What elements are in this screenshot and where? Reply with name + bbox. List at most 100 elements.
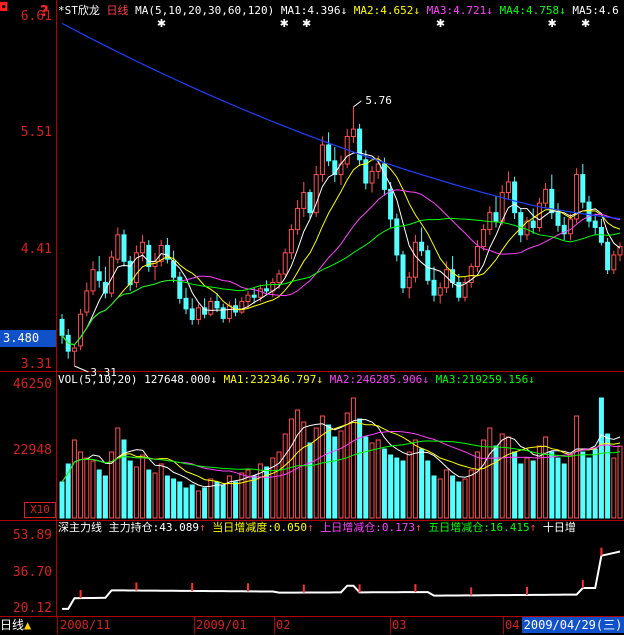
candle-body [264, 288, 270, 292]
period-tab[interactable]: 日线▲ [0, 616, 56, 634]
volume-bar [419, 448, 425, 519]
candle-body [288, 229, 294, 254]
volume-bar [388, 454, 394, 519]
volume-bar [512, 451, 518, 519]
signal-star-icon: ✱ [581, 17, 590, 30]
volume-bar [474, 451, 480, 519]
current-date-box: 2009/04/29(三) [522, 617, 624, 633]
date-label: 2009/01 [196, 618, 247, 632]
low-marker-line [74, 365, 89, 373]
signal-star-icon: ✱ [157, 17, 166, 30]
date-label: 02 [276, 618, 291, 632]
volume-bar [481, 439, 487, 519]
candle-body [257, 288, 263, 298]
volume-bar [202, 487, 208, 519]
high-marker-label: 5.76 [365, 94, 392, 107]
volume-bar [450, 475, 456, 519]
date-label: 03 [392, 618, 407, 632]
candle-body [605, 241, 611, 271]
candle-body [239, 300, 245, 313]
volume-bar [84, 457, 90, 519]
volume-bar [301, 421, 307, 519]
volume-bar [499, 433, 505, 519]
volume-bar [437, 478, 443, 519]
candle-body [350, 128, 356, 138]
volume-bar [493, 445, 499, 519]
candle-body [394, 218, 400, 256]
candle-body [326, 144, 332, 162]
candle-body [177, 276, 183, 299]
volume-bar [598, 397, 604, 519]
volume-bar [220, 484, 226, 519]
date-divider [274, 616, 275, 634]
candle-body [226, 305, 232, 319]
candle-body [59, 318, 65, 336]
candle-body [96, 271, 102, 281]
candle-body [140, 241, 146, 254]
stock-chart-window: ◘ ? 6.61 5.51 4.41 3.31 3.480 46250 2294… [0, 0, 624, 635]
volume-bar [357, 418, 363, 519]
volume-bar [344, 412, 350, 519]
signal-star-icon: ✱ [436, 17, 445, 30]
volume-bar [468, 469, 474, 519]
chart-canvas[interactable]: 5.76 3.31 ✱ ✱ ✱ ✱ ✱ ✱ [0, 0, 624, 634]
volume-bar [592, 448, 598, 519]
triangle-up-icon: ▲ [24, 618, 32, 632]
date-divider [390, 616, 391, 634]
volume-bar [171, 478, 177, 519]
volume-bar [586, 457, 592, 519]
volume-bar [338, 430, 344, 519]
volume-bar [307, 442, 313, 519]
candle-body [512, 181, 518, 214]
volume-bar [90, 460, 96, 519]
volume-bar [462, 478, 468, 519]
candle-body [282, 252, 288, 275]
volume-bar [208, 478, 214, 519]
volume-bar [611, 457, 617, 519]
candle-body [425, 250, 431, 281]
candle-body [251, 294, 257, 298]
volume-bar [549, 451, 555, 519]
ma-line-120 [61, 22, 621, 220]
candle-body [481, 229, 487, 247]
candle-body [146, 244, 152, 268]
volume-bar [233, 481, 239, 519]
candle-body [456, 281, 462, 298]
candle-body [295, 207, 301, 231]
volume-bar [456, 481, 462, 519]
volume-bar [282, 433, 288, 519]
candle-body [431, 279, 437, 296]
volume-bar [431, 475, 437, 519]
candle-body [90, 269, 96, 292]
candle-body [332, 160, 338, 176]
candle-body [586, 201, 592, 222]
volume-bar [567, 454, 573, 519]
volume-bar [195, 490, 201, 519]
volume-bar [71, 439, 77, 519]
volume-bar [96, 469, 102, 519]
volume-bar [400, 460, 406, 519]
candle-body [189, 308, 195, 320]
volume-bar [332, 436, 338, 519]
candle-body [78, 313, 84, 347]
date-divider [194, 616, 195, 634]
volume-bar [617, 445, 623, 519]
volume-bar [319, 415, 325, 519]
high-marker-line [353, 100, 362, 108]
volume-bar [412, 439, 418, 519]
volume-bar [177, 481, 183, 519]
date-divider [57, 616, 58, 634]
volume-bar [189, 484, 195, 519]
volume-bar [555, 457, 561, 519]
volume-bar [140, 454, 146, 519]
volume-bar [425, 460, 431, 519]
volume-bar [295, 409, 301, 519]
candle-body [567, 218, 573, 235]
volume-bar [133, 466, 139, 519]
ma-line-10 [61, 158, 621, 346]
volume-bar [251, 475, 257, 519]
candle-body [195, 307, 201, 320]
candle-body [437, 287, 443, 296]
volume-bar [127, 460, 133, 519]
volume-bar [214, 481, 220, 519]
